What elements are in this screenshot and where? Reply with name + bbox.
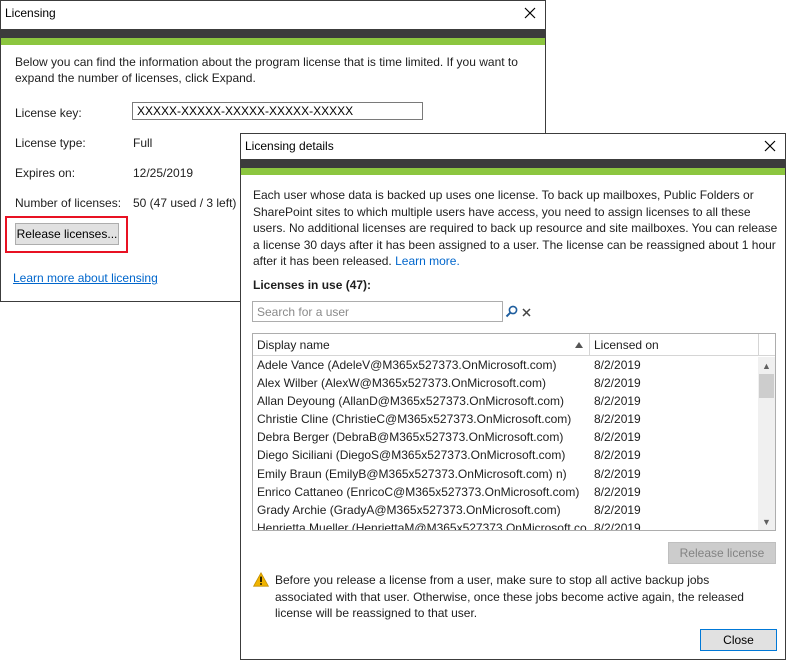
details-description: Each user whose data is backed up uses o… <box>253 187 779 270</box>
licensing-close-button[interactable] <box>513 1 547 25</box>
row-licensed-on: 8/2/2019 <box>594 412 641 427</box>
table-row[interactable]: Emily Braun (EmilyB@M365x527373.OnMicros… <box>253 466 758 484</box>
column-separator <box>758 334 759 356</box>
row-display-name: Allan Deyoung (AllanD@M365x527373.OnMicr… <box>257 394 564 409</box>
row-licensed-on: 8/2/2019 <box>594 484 641 499</box>
row-licensed-on: 8/2/2019 <box>594 394 641 409</box>
close-button[interactable]: Close <box>700 629 777 651</box>
row-display-name: Emily Braun (EmilyB@M365x527373.OnMicros… <box>257 466 567 481</box>
details-titlebar: Licensing details <box>241 134 785 158</box>
details-description-text: Each user whose data is backed up uses o… <box>253 188 778 268</box>
licenses-in-use-heading: Licenses in use (47): <box>253 278 372 292</box>
table-header: Display name Licensed on <box>253 334 775 356</box>
search-placeholder: Search for a user <box>257 304 350 319</box>
license-type-value: Full <box>133 136 153 150</box>
row-licensed-on: 8/2/2019 <box>594 502 641 517</box>
details-title: Licensing details <box>245 139 334 153</box>
table-row[interactable]: Adele Vance (AdeleV@M365x527373.OnMicros… <box>253 357 758 375</box>
table-row[interactable]: Henrietta Mueller (HenriettaM@M365x52737… <box>253 520 758 531</box>
clear-search-icon[interactable] <box>522 308 531 317</box>
row-display-name: Adele Vance (AdeleV@M365x527373.OnMicros… <box>257 358 557 372</box>
row-licensed-on: 8/2/2019 <box>594 520 641 531</box>
licenses-table: Display name Licensed on Adele Vance (Ad… <box>252 333 776 531</box>
row-licensed-on: 8/2/2019 <box>594 358 641 372</box>
table-scrollbar[interactable]: ▲ ▼ <box>758 357 775 530</box>
warning-icon <box>253 572 269 587</box>
row-display-name: Debra Berger (DebraB@M365x527373.OnMicro… <box>257 430 564 445</box>
release-licenses-button[interactable]: Release licenses... <box>15 223 119 245</box>
sort-ascending-icon <box>575 342 583 348</box>
column-header-licensed-on[interactable]: Licensed on <box>590 334 758 356</box>
row-display-name: Diego Siciliani (DiegoS@M365x527373.OnMi… <box>257 448 566 463</box>
licensing-intro: Below you can find the information about… <box>15 55 518 85</box>
license-type-label: License type: <box>15 136 86 150</box>
close-icon <box>764 140 776 152</box>
search-input[interactable]: Search for a user <box>252 301 503 322</box>
row-licensed-on: 8/2/2019 <box>594 466 641 481</box>
column-licensed-on-label: Licensed on <box>594 338 659 352</box>
row-display-name: Henrietta Mueller (HenriettaM@M365x52737… <box>257 520 587 531</box>
row-licensed-on: 8/2/2019 <box>594 430 641 445</box>
license-key-value: XXXXX-XXXXX-XXXXX-XXXXX-XXXXX <box>137 104 354 118</box>
licensing-details-window: Licensing details Each user whose data i… <box>240 133 786 660</box>
license-key-field[interactable]: XXXXX-XXXXX-XXXXX-XXXXX-XXXXX <box>132 102 423 120</box>
column-display-name-label: Display name <box>257 338 330 352</box>
column-header-display-name[interactable]: Display name <box>253 334 589 356</box>
table-row[interactable]: Allan Deyoung (AllanD@M365x527373.OnMicr… <box>253 393 758 411</box>
table-row[interactable]: Diego Siciliani (DiegoS@M365x527373.OnMi… <box>253 447 758 465</box>
num-licenses-label: Number of licenses: <box>15 196 122 210</box>
licensing-title: Licensing <box>5 6 56 20</box>
num-licenses-value: 50 (47 used / 3 left) <box>133 196 237 210</box>
row-licensed-on: 8/2/2019 <box>594 448 641 463</box>
header-band-dark <box>1 29 545 38</box>
table-row[interactable]: Enrico Cattaneo (EnricoC@M365x527373.OnM… <box>253 484 758 502</box>
details-learn-more-link[interactable]: Learn more. <box>395 254 460 268</box>
close-icon <box>524 7 536 19</box>
details-band-dark <box>241 159 785 168</box>
table-row[interactable]: Alex Wilber (AlexW@M365x527373.OnMicroso… <box>253 375 758 393</box>
table-row[interactable]: Christie Cline (ChristieC@M365x527373.On… <box>253 411 758 429</box>
table-rows: Adele Vance (AdeleV@M365x527373.OnMicros… <box>253 357 758 531</box>
scrollbar-thumb[interactable] <box>759 374 774 398</box>
row-display-name: Alex Wilber (AlexW@M365x527373.OnMicroso… <box>257 376 546 391</box>
row-licensed-on: 8/2/2019 <box>594 376 641 391</box>
row-display-name: Enrico Cattaneo (EnricoC@M365x527373.OnM… <box>257 484 580 499</box>
row-display-name: Christie Cline (ChristieC@M365x527373.On… <box>257 412 572 427</box>
scroll-down-arrow-icon[interactable]: ▼ <box>758 513 775 530</box>
table-row[interactable]: Debra Berger (DebraB@M365x527373.OnMicro… <box>253 429 758 447</box>
release-license-button[interactable]: Release license <box>668 542 776 564</box>
search-icon[interactable] <box>505 305 518 318</box>
scroll-up-arrow-icon[interactable]: ▲ <box>758 357 775 374</box>
table-row[interactable]: Grady Archie (GradyA@M365x527373.OnMicro… <box>253 502 758 520</box>
header-band-green <box>1 38 545 45</box>
details-band-green <box>241 168 785 175</box>
row-display-name: Grady Archie (GradyA@M365x527373.OnMicro… <box>257 502 561 517</box>
release-warning-text: Before you release a license from a user… <box>275 573 744 620</box>
license-key-label: License key: <box>15 106 82 120</box>
licensing-titlebar: Licensing <box>1 1 545 25</box>
expires-label: Expires on: <box>15 166 76 180</box>
expires-value: 12/25/2019 <box>133 166 194 180</box>
learn-more-licensing-link[interactable]: Learn more about licensing <box>13 271 158 285</box>
details-close-x-button[interactable] <box>753 134 787 158</box>
